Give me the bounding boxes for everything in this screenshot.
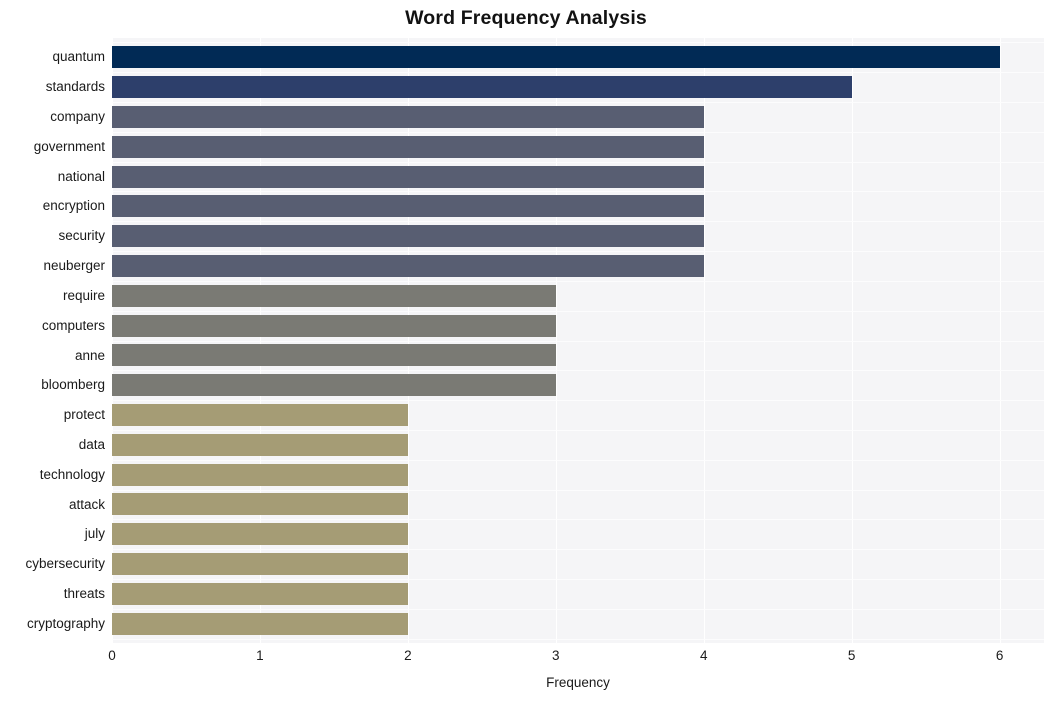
y-tick-label: encryption (42, 198, 105, 214)
bar[interactable] (112, 314, 556, 337)
bar-row[interactable] (112, 519, 1044, 549)
y-tick-label: cryptography (26, 615, 105, 631)
bar[interactable] (112, 284, 556, 307)
y-axis-tick-labels: quantum standards company government nationa… (0, 38, 105, 643)
bar-row[interactable] (112, 430, 1044, 460)
bar[interactable] (112, 76, 852, 99)
chart-figure: Word Frequency Analysis quantum standards… (0, 0, 1052, 701)
bar-row[interactable] (112, 609, 1044, 639)
bar-row[interactable] (112, 341, 1044, 371)
y-tick-label: bloomberg (41, 377, 105, 393)
bar[interactable] (112, 433, 408, 456)
y-tick-label: july (84, 526, 105, 542)
bar-row[interactable] (112, 132, 1044, 162)
bar[interactable] (112, 552, 408, 576)
bar[interactable] (112, 105, 704, 128)
bar-row[interactable] (112, 311, 1044, 341)
x-tick-label: 4 (699, 648, 708, 663)
x-tick-label: 5 (847, 648, 856, 663)
x-tick-label: 6 (995, 648, 1004, 663)
bar-row[interactable] (112, 221, 1044, 251)
bar[interactable] (112, 523, 408, 546)
bar-row[interactable] (112, 191, 1044, 221)
bar-row[interactable] (112, 162, 1044, 192)
bar-row[interactable] (112, 72, 1044, 102)
bar[interactable] (112, 344, 556, 367)
bar-row[interactable] (112, 400, 1044, 430)
bar-row[interactable] (112, 251, 1044, 281)
chart-title: Word Frequency Analysis (405, 7, 647, 29)
bar-row[interactable] (112, 281, 1044, 311)
bar-row[interactable] (112, 102, 1044, 132)
bar[interactable] (112, 582, 408, 605)
y-tick-label: technology (39, 466, 105, 482)
bar-row[interactable] (112, 490, 1044, 520)
y-tick-label: threats (63, 585, 105, 601)
y-tick-label: neuberger (43, 258, 105, 274)
bar[interactable] (112, 46, 1000, 69)
bar[interactable] (112, 612, 408, 635)
x-axis-title: Frequency (546, 675, 610, 690)
x-tick-label: 3 (552, 648, 560, 663)
x-tick-label: 2 (404, 648, 412, 663)
bar-row[interactable] (112, 579, 1044, 609)
x-tick-label: 0 (108, 648, 116, 663)
y-tick-label: cybersecurity (25, 556, 105, 572)
bar[interactable] (112, 374, 556, 397)
y-tick-label: quantum (52, 49, 105, 65)
bar[interactable] (112, 493, 408, 516)
x-axis-tick-labels: 0 1 2 3 4 5 6 (0, 646, 1052, 672)
y-tick-label: protect (63, 407, 105, 423)
bar[interactable] (112, 254, 704, 277)
y-tick-label: standards (45, 79, 105, 95)
y-tick-label: attack (68, 496, 105, 512)
y-tick-label: security (58, 228, 105, 244)
x-tick-label: 1 (256, 648, 264, 663)
bar[interactable] (112, 403, 408, 426)
bar[interactable] (112, 165, 704, 188)
bar[interactable] (112, 195, 704, 218)
bar-row[interactable] (112, 42, 1044, 72)
bar-row[interactable] (112, 370, 1044, 400)
bar-row[interactable] (112, 460, 1044, 490)
y-tick-label: government (33, 138, 105, 154)
bar[interactable] (112, 135, 704, 158)
y-tick-label: data (78, 436, 105, 452)
y-tick-label: national (57, 168, 105, 184)
plot-area (112, 38, 1044, 643)
y-tick-label: company (50, 109, 105, 125)
y-tick-label: require (62, 287, 105, 303)
y-tick-label: computers (41, 317, 105, 333)
bar-row[interactable] (112, 549, 1044, 579)
y-tick-label: anne (74, 347, 105, 363)
bar[interactable] (112, 225, 704, 248)
bars-layer (112, 38, 1044, 643)
bar[interactable] (112, 463, 408, 486)
